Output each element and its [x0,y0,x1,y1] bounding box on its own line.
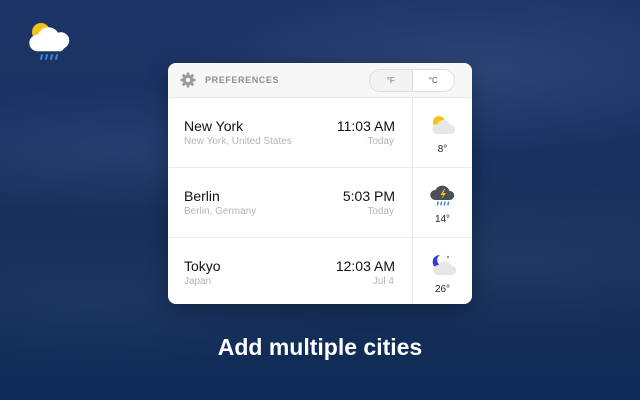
cities-panel: PREFERENCES °F °C New York New York, Uni… [168,63,472,304]
gear-icon [180,72,196,88]
local-day: Today [367,206,394,217]
city-name: New York [184,118,244,134]
city-name: Berlin [184,188,220,204]
city-list: New York New York, United States 11:03 A… [168,98,472,304]
preferences-bar: PREFERENCES °F °C [168,63,472,98]
fahrenheit-option[interactable]: °F [370,70,412,91]
city-row-berlin[interactable]: Berlin Berlin, Germany 5:03 PM Today 14° [168,168,472,238]
local-day: Jul 4 [372,276,394,287]
city-name: Tokyo [184,258,221,274]
celsius-option[interactable]: °C [411,70,454,91]
city-row-tokyo[interactable]: Tokyo Japan 12:03 AM Jul 4 26° [168,238,472,304]
weather-cell: 14° [413,168,472,237]
partly-sunny-icon [432,116,456,134]
sun-cloud-rain-icon [29,23,70,60]
thunderstorm-rain-icon [430,185,455,206]
city-row-new-york[interactable]: New York New York, United States 11:03 A… [168,98,472,168]
local-time: 5:03 PM [342,188,395,204]
local-time: 12:03 AM [335,258,395,274]
local-day: Today [367,136,394,147]
temperature: 14° [434,214,451,225]
weather-cell: 8° [413,98,472,167]
local-time: 11:03 AM [336,118,395,134]
temperature: 8° [437,144,448,155]
temperature: 26° [434,284,451,295]
city-region: New York, United States [184,136,292,147]
preferences-label: PREFERENCES [205,75,280,85]
city-region: Japan [184,276,212,287]
partly-cloudy-night-icon [432,254,456,275]
city-region: Berlin, Germany [184,206,257,217]
promo-caption: Add multiple cities [217,334,423,360]
temperature-unit-toggle[interactable]: °F °C [369,69,455,92]
weather-cell: 26° [413,238,472,304]
preferences-button[interactable]: PREFERENCES [180,71,279,89]
